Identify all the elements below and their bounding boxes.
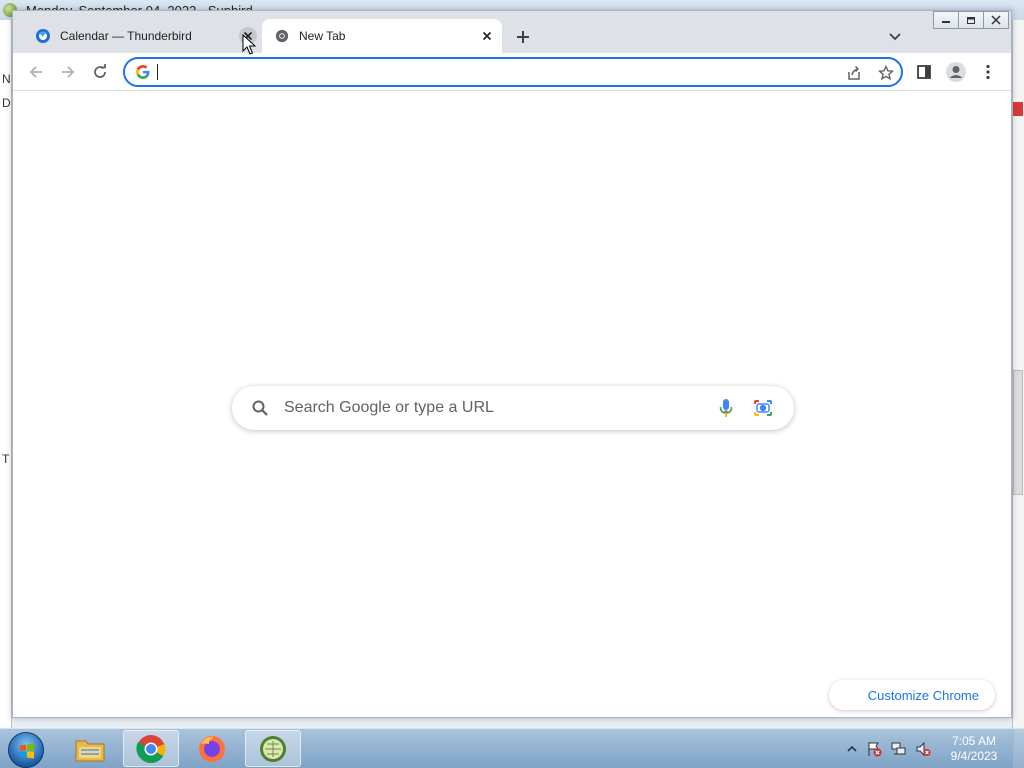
system-clock[interactable]: 7:05 AM 9/4/2023 — [944, 734, 1004, 764]
close-window-button[interactable] — [983, 11, 1009, 29]
chevron-up-icon — [847, 745, 857, 752]
close-icon — [991, 15, 1001, 25]
address-bar[interactable] — [123, 57, 903, 87]
chrome-favicon-icon — [274, 28, 290, 44]
clock-date: 9/4/2023 — [950, 749, 998, 763]
desktop: Monday, September 04, 2023 - Sunbird N D… — [0, 0, 1024, 768]
tab-strip: Calendar — Thunderbird New Tab — [13, 11, 1011, 53]
taskbar-chrome[interactable] — [123, 730, 179, 767]
taskbar: 7:05 AM 9/4/2023 — [0, 728, 1024, 768]
action-center-icon[interactable] — [866, 741, 882, 757]
search-icon — [250, 398, 270, 418]
reload-icon — [94, 64, 106, 78]
tab-title: New Tab — [299, 29, 346, 43]
address-input[interactable] — [157, 62, 797, 82]
new-tab-page: Search Google or type a URL Customize Ch… — [13, 92, 1011, 717]
folder-icon — [75, 740, 105, 761]
tab-new-tab[interactable]: New Tab — [262, 19, 502, 53]
microphone-icon[interactable] — [716, 398, 736, 418]
window-controls — [933, 11, 1009, 29]
bg-edge-glyph: D — [2, 96, 11, 110]
arrow-right-icon — [62, 66, 75, 78]
taskbar-file-explorer[interactable] — [62, 730, 118, 767]
share-icon[interactable] — [843, 62, 865, 84]
lens-camera-icon[interactable] — [753, 398, 773, 418]
network-icon[interactable] — [891, 741, 907, 757]
minimize-icon — [942, 21, 950, 23]
more-vertical-icon — [986, 64, 990, 80]
text-caret — [157, 64, 158, 80]
show-desktop-button[interactable] — [1013, 729, 1024, 768]
google-g-icon — [135, 64, 151, 80]
tab-calendar-thunderbird[interactable]: Calendar — Thunderbird — [23, 19, 263, 53]
clock-time: 7:05 AM — [951, 734, 997, 748]
show-hidden-icons-button[interactable] — [844, 741, 860, 757]
start-button[interactable] — [8, 732, 44, 768]
tab-title: Calendar — Thunderbird — [60, 29, 192, 43]
side-panel-icon — [917, 65, 931, 79]
background-scrollbar-thumb[interactable] — [1013, 370, 1023, 495]
search-placeholder: Search Google or type a URL — [284, 399, 494, 416]
firefox-logo-icon — [199, 735, 225, 762]
bg-edge-glyph: N — [2, 72, 11, 86]
chevron-down-icon — [889, 33, 901, 41]
side-panel-button[interactable] — [911, 59, 937, 85]
chrome-window: Calendar — Thunderbird New Tab Search Go… — [12, 10, 1012, 718]
minimize-button[interactable] — [933, 11, 959, 29]
sunbird-logo-icon — [260, 735, 286, 762]
customize-chrome-label: Customize Chrome — [867, 687, 979, 703]
toolbar — [13, 53, 1011, 91]
reload-button[interactable] — [87, 59, 113, 85]
windows-logo-icon — [20, 743, 34, 759]
new-tab-button[interactable] — [511, 25, 535, 49]
tab-search-button[interactable] — [883, 25, 907, 49]
taskbar-firefox[interactable] — [184, 730, 240, 767]
thunderbird-favicon-icon — [35, 28, 51, 44]
restore-button[interactable] — [958, 11, 984, 29]
mouse-cursor-icon — [242, 34, 256, 55]
taskbar-sunbird[interactable] — [245, 730, 301, 767]
profile-button[interactable] — [943, 59, 969, 85]
tab-close-button[interactable] — [478, 27, 496, 45]
forward-button[interactable] — [55, 59, 81, 85]
back-button[interactable] — [23, 59, 49, 85]
bookmark-star-icon[interactable] — [875, 62, 897, 84]
customize-chrome-button[interactable]: Customize Chrome — [829, 680, 995, 710]
restore-icon — [967, 17, 975, 24]
chrome-logo-icon — [136, 734, 166, 763]
menu-button[interactable] — [975, 59, 1001, 85]
bg-edge-glyph: T — [2, 452, 10, 466]
arrow-left-icon — [29, 66, 42, 78]
volume-muted-icon[interactable] — [915, 741, 931, 757]
background-close-icon[interactable] — [1013, 102, 1023, 116]
plus-icon — [517, 31, 529, 43]
background-window-left-edge: N D T — [0, 20, 12, 728]
avatar-icon — [946, 62, 966, 82]
close-icon — [482, 31, 492, 41]
google-search-box[interactable]: Search Google or type a URL — [232, 386, 794, 430]
